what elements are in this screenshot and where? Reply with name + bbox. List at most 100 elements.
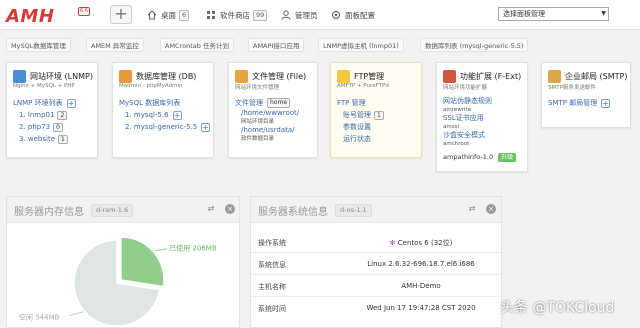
list-item[interactable]: 账号管理 1 (337, 109, 417, 121)
add-db-button[interactable]: + (172, 110, 182, 120)
ext-link[interactable]: 网站伪静态规则 (443, 97, 523, 106)
close-icon[interactable]: × (486, 204, 496, 214)
home-button[interactable]: home (267, 98, 291, 108)
nav-panel-config[interactable]: 面板配置 (330, 8, 375, 22)
card-ftp: FTP管理 AMFTP + PureFTPd FTP 管理 账号管理 1 参数设置… (330, 62, 422, 158)
ext-link[interactable]: 沙盒安全模式 (443, 131, 523, 140)
store-count: 99 (253, 9, 268, 21)
list-item[interactable]: 1. mysql-5.6 + (119, 109, 209, 121)
path-desc: 软件数据目录 (241, 136, 275, 142)
list-item[interactable]: 2. php73 0 (13, 121, 93, 133)
nav-admin[interactable]: 管理员 (280, 8, 318, 22)
lnmp-list-link[interactable]: LNMP 环境列表 (13, 97, 63, 109)
system-title: 服务器系统信息 (258, 207, 328, 218)
version-badge: 6.6 (78, 7, 90, 16)
path-link[interactable]: /home/usrdata/ (235, 126, 313, 135)
table-row: 系统时间 Wed Jun 17 19:47:28 CST 2020 (251, 297, 501, 319)
hostname-value: AMH-Demo (401, 282, 441, 290)
time-key: 系统时间 (258, 305, 286, 313)
gear-icon (330, 10, 341, 21)
system-tag: d-os-1.1 (335, 204, 372, 217)
grid-icon (205, 10, 216, 21)
sysinfo-value: Linux 2.6.32-696.18.7.el6.i686 (367, 260, 475, 268)
time-value: Wed Jun 17 19:47:28 CST 2020 (366, 304, 476, 312)
shortcut-lnmp-host[interactable]: LNMP虚拟主机 (lnmp01) (318, 38, 404, 52)
ext-module: amchroot (443, 141, 470, 147)
card-mail-title[interactable]: 企业邮局 (SMTP) (565, 71, 627, 82)
card-web-title[interactable]: 网站环境 (LNMP) (30, 71, 93, 82)
card-db-sub: Madmin - phpMyAdmin (119, 83, 183, 89)
nav-panel-config-label: 面板配置 (345, 10, 375, 20)
add-lnmp-button[interactable]: + (66, 98, 76, 108)
hostname-key: 主机名称 (258, 283, 286, 291)
shortcut-db-list[interactable]: 数据库列表 (mysql-generic-5.5) (420, 38, 529, 52)
list-item[interactable]: 1. lnmp01 2 (13, 109, 93, 121)
table-row: 主机名称 AMH-Demo (251, 275, 501, 297)
refresh-icon[interactable]: ⇄ (206, 204, 216, 214)
path-link[interactable]: /home/wwwroot/ (235, 109, 313, 118)
panel-select-value: 选择面板管理 (503, 10, 545, 18)
ext-link[interactable]: SSL证书应用 (443, 114, 523, 123)
table-row: 系统信息 Linux 2.6.32-696.18.7.el6.i686 (251, 253, 501, 275)
card-file: 文件管理 (File) 网站环境文件管理 文件管理 home /home/wwwr… (228, 62, 318, 158)
smtp-link[interactable]: SMTP 邮局管理 (548, 97, 597, 109)
centos-icon: ✻ (389, 239, 398, 247)
os-value: Centos 6 (32位) (397, 239, 453, 247)
add-smtp-button[interactable]: + (601, 98, 611, 108)
card-web-sub: Nginx + MySQL + PHP (13, 83, 75, 89)
upgrade-button[interactable]: 升级 (498, 152, 517, 162)
panel-select[interactable]: 选择面板管理 ▼ (498, 7, 609, 21)
database-icon (119, 70, 132, 83)
puzzle-icon (443, 70, 456, 83)
chevron-down-icon: ▼ (601, 10, 606, 17)
watermark: 头条 @TOKCloud (500, 300, 615, 316)
free-label: 空闲 544MB (19, 313, 60, 322)
shortcut-crontab[interactable]: AMCrontab 任务计划 (160, 38, 234, 52)
close-icon[interactable]: × (225, 204, 235, 214)
card-ext-sub: 网站环境功能扩展 (443, 85, 488, 91)
refresh-icon[interactable]: ⇄ (467, 204, 477, 214)
ftp-manage-link[interactable]: FTP 管理 (337, 97, 417, 109)
add-button[interactable]: + (110, 5, 132, 24)
ext-module: amssl (443, 124, 459, 130)
user-icon (280, 10, 291, 21)
home-icon (146, 10, 157, 21)
list-item[interactable]: 参数设置 (337, 121, 417, 133)
mail-icon (548, 70, 561, 83)
shortcut-amem[interactable]: AMEM 异常监控 (86, 38, 144, 52)
mysql-list-link[interactable]: MySQL 数据库列表 (119, 97, 209, 109)
memory-pie-chart: 已使用 206MB 空闲 544MB (19, 236, 217, 327)
card-ftp-title[interactable]: FTP管理 (354, 71, 384, 82)
card-file-sub: 网站环境文件管理 (235, 85, 280, 91)
ext-pathinfo: ampathinfo-1.0 (443, 153, 494, 161)
folder-icon (337, 70, 350, 83)
nav-admin-label: 管理员 (295, 10, 318, 20)
used-label: 已使用 206MB (169, 244, 217, 253)
memory-title: 服务器内存信息 (14, 207, 84, 218)
add-db-button[interactable]: + (201, 122, 210, 132)
os-key: 操作系统 (258, 239, 286, 247)
card-ext-title[interactable]: 功能扩展 (F-Ext) (460, 71, 521, 82)
list-item[interactable]: 运行状态 (337, 133, 417, 145)
top-bar: AMH 6.6 + 桌面 6 软件商店 99 管理员 面板配置 选择面板管理 ▼ (0, 0, 640, 30)
card-db-title[interactable]: 数据库管理 (DB) (136, 71, 196, 82)
nav-desktop[interactable]: 桌面 6 (146, 8, 190, 22)
folder-icon (235, 70, 248, 83)
table-row: 操作系统 ✻ Centos 6 (32位) (251, 231, 501, 253)
card-file-title[interactable]: 文件管理 (File) (252, 71, 306, 82)
nav-store[interactable]: 软件商店 99 (205, 8, 268, 22)
nav-store-label: 软件商店 (220, 10, 250, 20)
shortcut-mysql[interactable]: MySQL数据库管理 (6, 38, 71, 52)
memory-panel: 服务器内存信息 d-ram-1.6 ⇄ × 已使用 206MB 空闲 544MB (6, 196, 240, 328)
card-extension: 功能扩展 (F-Ext) 网站环境功能扩展 网站伪静态规则 amrewrite … (436, 62, 528, 172)
sysinfo-key: 系统信息 (258, 261, 286, 269)
path-desc: 网站环境目录 (241, 119, 275, 125)
card-ftp-sub: AMFTP + PureFTPd (337, 83, 389, 89)
amh-logo: AMH (6, 6, 55, 27)
list-item[interactable]: 2. mysql-generic-5.5 + (119, 121, 210, 133)
shortcut-amapi[interactable]: AMAPI接口应用 (248, 38, 305, 52)
list-item[interactable]: 3. website 1 (13, 133, 93, 145)
pie-slice-used (120, 236, 165, 288)
file-manager-link[interactable]: 文件管理 (235, 97, 263, 109)
nav-desktop-label: 桌面 (161, 10, 176, 20)
